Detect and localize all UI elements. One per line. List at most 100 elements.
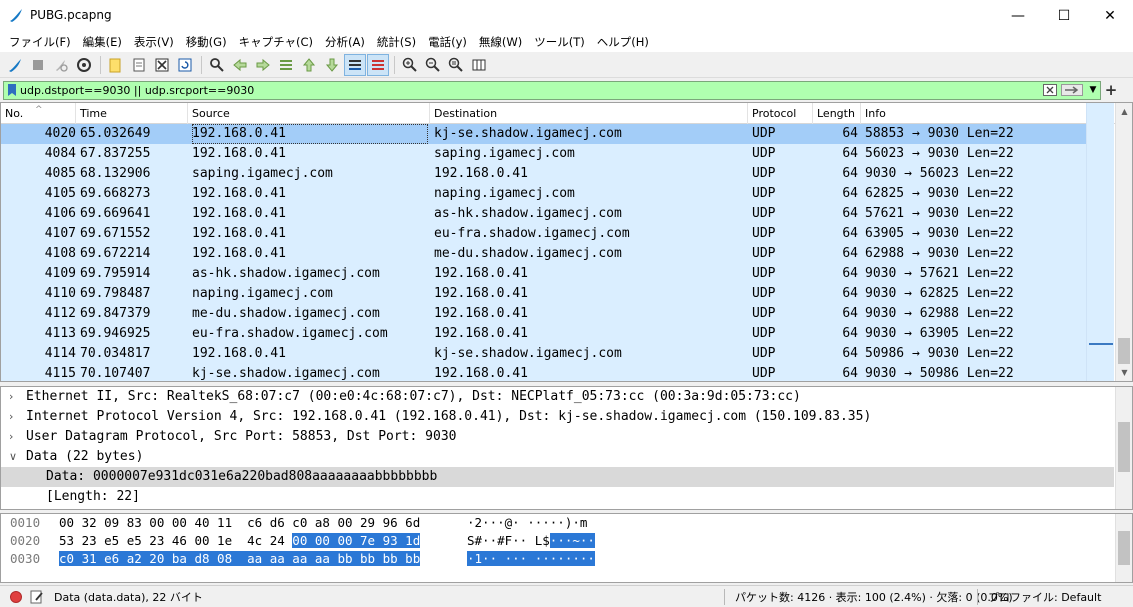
hexdump-line[interactable]: 0030 c0 31 e6 a2 20 ba d8 08 aa aa aa aa … — [1, 550, 1132, 568]
packet-row[interactable]: 4020 65.032649 192.168.0.41 kj-se.shadow.ig… — [1, 124, 1087, 144]
menu-tools[interactable]: ツール(T) — [528, 34, 591, 50]
display-filter-input[interactable] — [20, 81, 1042, 99]
clear-filter-button[interactable] — [1042, 83, 1058, 98]
find-packet-button[interactable] — [206, 54, 228, 76]
cell-source: 192.168.0.41 — [192, 186, 286, 201]
menu-wireless[interactable]: 無線(W) — [473, 34, 528, 50]
add-filter-button[interactable]: + — [1101, 81, 1121, 99]
go-back-button[interactable] — [229, 54, 251, 76]
cell-no: 4106 — [44, 206, 76, 221]
menu-statistics[interactable]: 統計(S) — [371, 34, 422, 50]
menu-telephony[interactable]: 電話(y) — [422, 34, 473, 50]
packet-row[interactable]: 4114 70.034817 192.168.0.41 kj-se.shadow.ig… — [1, 344, 1087, 364]
stop-icon — [33, 59, 43, 70]
packet-row[interactable]: 4107 69.671552 192.168.0.41 eu-fra.shadow.i… — [1, 224, 1087, 244]
packet-row[interactable]: 4105 69.668273 192.168.0.41 naping.igamecj.… — [1, 184, 1087, 204]
packet-row[interactable]: 4110 69.798487 naping.igamecj.com 192.168.0… — [1, 284, 1087, 304]
packet-row[interactable]: 4113 69.946925 eu-fra.shadow.igamecj.com 19… — [1, 324, 1087, 344]
packet-row[interactable]: 4112 69.847379 me-du.shadow.igamecj.com 192… — [1, 304, 1087, 324]
column-header-destination[interactable]: Destination — [430, 103, 748, 124]
stop-capture-button[interactable] — [27, 54, 49, 76]
scrollbar-thumb[interactable] — [1118, 422, 1130, 472]
packet-minimap[interactable] — [1086, 103, 1114, 381]
hexdump-ascii: S#··#F·· L$···~·· — [467, 532, 595, 550]
packet-row[interactable]: 4084 67.837255 192.168.0.41 saping.igamecj.… — [1, 144, 1087, 164]
column-header-source[interactable]: Source — [188, 103, 430, 124]
detail-tree-item[interactable]: [Length: 22] — [1, 487, 1132, 507]
collapse-arrow-icon[interactable]: ∨ — [9, 447, 17, 467]
detail-tree-item[interactable]: Data: 0000007e931dc031e6a220bad808aaaaaa… — [1, 467, 1114, 487]
go-forward-button[interactable] — [252, 54, 274, 76]
menu-file[interactable]: ファイル(F) — [3, 34, 77, 50]
hex-bytes: 53 23 e5 e5 23 46 00 1e 4c 24 — [59, 533, 293, 548]
detail-tree-item[interactable]: › Ethernet II, Src: RealtekS_68:07:c7 (00… — [1, 387, 1132, 407]
go-to-packet-button[interactable] — [275, 54, 297, 76]
menu-go[interactable]: 移動(G) — [180, 34, 233, 50]
expand-arrow-icon[interactable]: › — [9, 407, 13, 427]
packet-row[interactable]: 4106 69.669641 192.168.0.41 as-hk.shadow.ig… — [1, 204, 1087, 224]
minimize-button[interactable]: — — [995, 0, 1041, 31]
restart-capture-button[interactable] — [50, 54, 72, 76]
capture-comment-button[interactable] — [30, 590, 44, 604]
hexdump-line[interactable]: 0010 00 32 09 83 00 00 40 11 c6 d6 c0 a8 … — [1, 514, 1132, 532]
apply-filter-button[interactable] — [1058, 83, 1086, 98]
packet-list-scrollbar[interactable]: ▲ ▼ — [1115, 103, 1132, 381]
detail-tree-item[interactable]: › User Datagram Protocol, Src Port: 58853… — [1, 427, 1132, 447]
autoscroll-button[interactable] — [344, 53, 366, 76]
expert-info-indicator-icon[interactable] — [10, 590, 22, 603]
column-header-length[interactable]: Length — [813, 103, 861, 124]
reload-file-button[interactable] — [174, 54, 196, 76]
resize-columns-button[interactable] — [468, 54, 490, 76]
hexdump-line[interactable]: 0020 53 23 e5 e5 23 46 00 1e 4c 24 00 00 … — [1, 532, 1132, 550]
column-header-info[interactable]: Info — [861, 103, 1116, 124]
zoom-in-button[interactable] — [399, 54, 421, 76]
packet-row[interactable]: 4108 69.672214 192.168.0.41 me-du.shadow.ig… — [1, 244, 1087, 264]
first-packet-button[interactable] — [298, 54, 320, 76]
close-button[interactable]: ✕ — [1087, 0, 1133, 31]
menu-edit[interactable]: 編集(E) — [77, 34, 128, 50]
details-scrollbar[interactable] — [1115, 387, 1132, 509]
menu-capture[interactable]: キャプチャ(C) — [233, 34, 319, 50]
cell-info: 63905 → 9030 Len=22 — [865, 226, 1014, 241]
bytes-scrollbar[interactable] — [1115, 514, 1132, 582]
scrollbar-thumb[interactable] — [1118, 531, 1130, 565]
hex-bytes-selected: 00 00 00 7e 93 1d — [292, 533, 421, 548]
column-header-protocol[interactable]: Protocol — [748, 103, 813, 124]
open-file-button[interactable] — [105, 54, 127, 76]
cell-protocol: UDP — [752, 346, 776, 361]
close-file-button[interactable] — [151, 54, 173, 76]
cell-info: 9030 → 50986 Len=22 — [865, 366, 1014, 381]
menu-view[interactable]: 表示(V) — [128, 34, 180, 50]
maximize-button[interactable]: ☐ — [1041, 0, 1087, 31]
save-file-button[interactable] — [128, 54, 150, 76]
cell-time: 69.671552 — [80, 226, 151, 241]
detail-tree-item[interactable]: › Internet Protocol Version 4, Src: 192.1… — [1, 407, 1132, 427]
last-packet-button[interactable] — [321, 54, 343, 76]
packet-row[interactable]: 4085 68.132906 saping.igamecj.com 192.168.0… — [1, 164, 1087, 184]
column-header-no[interactable]: No. ^ — [1, 103, 76, 124]
menu-help[interactable]: ヘルプ(H) — [591, 34, 655, 50]
scrollbar-thumb[interactable] — [1118, 338, 1130, 364]
scroll-up-arrow-icon[interactable]: ▲ — [1116, 103, 1132, 120]
scroll-down-arrow-icon[interactable]: ▼ — [1116, 364, 1132, 381]
menu-analyze[interactable]: 分析(A) — [319, 34, 371, 50]
filter-bookmark-button[interactable] — [4, 82, 20, 99]
start-capture-button[interactable] — [4, 54, 26, 76]
colorize-button[interactable] — [367, 53, 389, 76]
column-header-time[interactable]: Time — [76, 103, 188, 124]
cell-destination: 192.168.0.41 — [434, 306, 528, 321]
pencil-icon — [30, 590, 43, 603]
capture-options-button[interactable] — [73, 54, 95, 76]
hexdump-ascii: ·1·· ··· ········ — [467, 550, 595, 568]
filter-history-dropdown[interactable]: ▼ — [1086, 83, 1100, 98]
expand-arrow-icon[interactable]: › — [9, 387, 13, 407]
packet-row[interactable]: 4109 69.795914 as-hk.shadow.igamecj.com 192… — [1, 264, 1087, 284]
cell-time: 67.837255 — [80, 146, 151, 161]
zoom-out-button[interactable] — [422, 54, 444, 76]
packet-row[interactable]: 4115 70.107407 kj-se.shadow.igamecj.com 192… — [1, 364, 1087, 381]
status-profile[interactable]: プロファイル: Default — [988, 589, 1101, 605]
normal-size-button[interactable] — [445, 54, 467, 76]
detail-tree-item[interactable]: ∨ Data (22 bytes) — [1, 447, 1132, 467]
cell-protocol: UDP — [752, 366, 776, 381]
expand-arrow-icon[interactable]: › — [9, 427, 13, 447]
